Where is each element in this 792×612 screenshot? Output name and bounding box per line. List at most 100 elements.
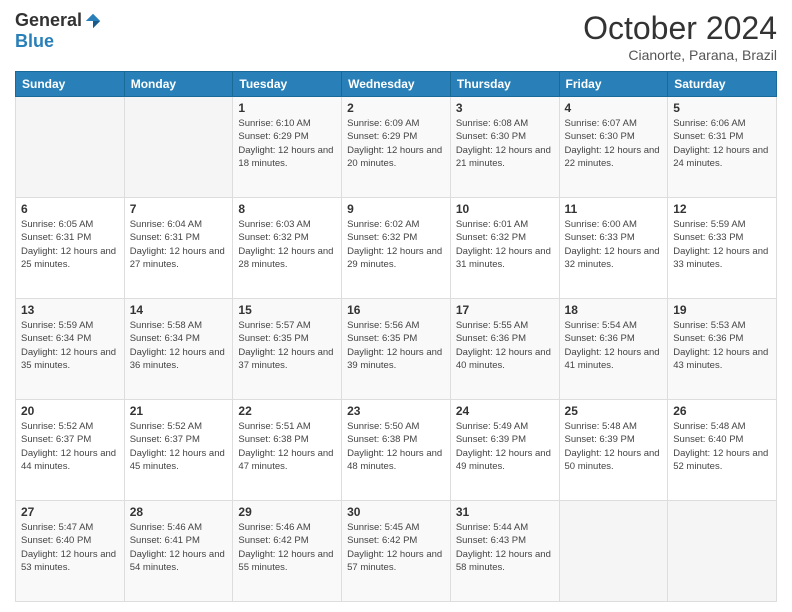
- day-info: Sunrise: 5:54 AM Sunset: 6:36 PM Dayligh…: [565, 319, 663, 372]
- day-number: 8: [238, 202, 336, 216]
- day-info: Sunrise: 6:05 AM Sunset: 6:31 PM Dayligh…: [21, 218, 119, 271]
- day-number: 19: [673, 303, 771, 317]
- calendar-cell: [559, 501, 668, 602]
- day-info: Sunrise: 5:51 AM Sunset: 6:38 PM Dayligh…: [238, 420, 336, 473]
- calendar-cell: 4 Sunrise: 6:07 AM Sunset: 6:30 PM Daylig…: [559, 97, 668, 198]
- day-info: Sunrise: 5:59 AM Sunset: 6:33 PM Dayligh…: [673, 218, 771, 271]
- calendar-cell: 15 Sunrise: 5:57 AM Sunset: 6:35 PM Dayli…: [233, 299, 342, 400]
- day-info: Sunrise: 6:01 AM Sunset: 6:32 PM Dayligh…: [456, 218, 554, 271]
- calendar-cell: 23Sunrise: 5:50 AM Sunset: 6:38 PM Dayli…: [342, 400, 451, 501]
- day-number: 4: [565, 101, 663, 115]
- calendar-cell: 28 Sunrise: 5:46 AM Sunset: 6:41 PM Dayli…: [124, 501, 233, 602]
- day-info: Sunrise: 5:46 AM Sunset: 6:41 PM Dayligh…: [130, 521, 228, 574]
- calendar-cell: [668, 501, 777, 602]
- day-info: Sunrise: 5:57 AM Sunset: 6:35 PM Dayligh…: [238, 319, 336, 372]
- calendar-week-5: 27 Sunrise: 5:47 AM Sunset: 6:40 PM Dayli…: [16, 501, 777, 602]
- day-number: 14: [130, 303, 228, 317]
- day-info: Sunrise: 6:02 AM Sunset: 6:32 PM Dayligh…: [347, 218, 445, 271]
- calendar-week-3: 13 Sunrise: 5:59 AM Sunset: 6:34 PM Dayli…: [16, 299, 777, 400]
- day-number: 2: [347, 101, 445, 115]
- day-info: Sunrise: 6:09 AM Sunset: 6:29 PM Dayligh…: [347, 117, 445, 170]
- day-number: 11: [565, 202, 663, 216]
- calendar-cell: 10 Sunrise: 6:01 AM Sunset: 6:32 PM Dayli…: [450, 198, 559, 299]
- col-wednesday: Wednesday: [342, 72, 451, 97]
- location-subtitle: Cianorte, Parana, Brazil: [583, 47, 777, 63]
- calendar-cell: 3Sunrise: 6:08 AM Sunset: 6:30 PM Daylig…: [450, 97, 559, 198]
- calendar-cell: 24 Sunrise: 5:49 AM Sunset: 6:39 PM Dayli…: [450, 400, 559, 501]
- day-info: Sunrise: 6:00 AM Sunset: 6:33 PM Dayligh…: [565, 218, 663, 271]
- col-tuesday: Tuesday: [233, 72, 342, 97]
- header-row: Sunday Monday Tuesday Wednesday Thursday…: [16, 72, 777, 97]
- calendar-cell: 25 Sunrise: 5:48 AM Sunset: 6:39 PM Dayli…: [559, 400, 668, 501]
- calendar-cell: 26 Sunrise: 5:48 AM Sunset: 6:40 PM Dayli…: [668, 400, 777, 501]
- day-number: 29: [238, 505, 336, 519]
- day-info: Sunrise: 6:10 AM Sunset: 6:29 PM Dayligh…: [238, 117, 336, 170]
- day-info: Sunrise: 6:08 AM Sunset: 6:30 PM Dayligh…: [456, 117, 554, 170]
- day-number: 1: [238, 101, 336, 115]
- calendar-cell: [124, 97, 233, 198]
- calendar-cell: 1 Sunrise: 6:10 AM Sunset: 6:29 PM Daylig…: [233, 97, 342, 198]
- day-info: Sunrise: 5:48 AM Sunset: 6:39 PM Dayligh…: [565, 420, 663, 473]
- calendar-cell: 13 Sunrise: 5:59 AM Sunset: 6:34 PM Dayli…: [16, 299, 125, 400]
- day-number: 24: [456, 404, 554, 418]
- calendar-cell: 19Sunrise: 5:53 AM Sunset: 6:36 PM Dayli…: [668, 299, 777, 400]
- day-number: 13: [21, 303, 119, 317]
- day-number: 16: [347, 303, 445, 317]
- calendar-cell: 16 Sunrise: 5:56 AM Sunset: 6:35 PM Dayli…: [342, 299, 451, 400]
- day-info: Sunrise: 5:48 AM Sunset: 6:40 PM Dayligh…: [673, 420, 771, 473]
- day-number: 25: [565, 404, 663, 418]
- day-number: 28: [130, 505, 228, 519]
- day-number: 17: [456, 303, 554, 317]
- day-info: Sunrise: 5:45 AM Sunset: 6:42 PM Dayligh…: [347, 521, 445, 574]
- day-number: 15: [238, 303, 336, 317]
- day-info: Sunrise: 5:47 AM Sunset: 6:40 PM Dayligh…: [21, 521, 119, 574]
- day-number: 20: [21, 404, 119, 418]
- col-friday: Friday: [559, 72, 668, 97]
- day-info: Sunrise: 5:52 AM Sunset: 6:37 PM Dayligh…: [21, 420, 119, 473]
- col-sunday: Sunday: [16, 72, 125, 97]
- day-number: 30: [347, 505, 445, 519]
- day-number: 7: [130, 202, 228, 216]
- day-number: 6: [21, 202, 119, 216]
- day-number: 27: [21, 505, 119, 519]
- day-info: Sunrise: 5:58 AM Sunset: 6:34 PM Dayligh…: [130, 319, 228, 372]
- logo-icon: [84, 12, 102, 30]
- day-info: Sunrise: 5:56 AM Sunset: 6:35 PM Dayligh…: [347, 319, 445, 372]
- day-number: 26: [673, 404, 771, 418]
- calendar-cell: 22 Sunrise: 5:51 AM Sunset: 6:38 PM Dayli…: [233, 400, 342, 501]
- calendar-table: Sunday Monday Tuesday Wednesday Thursday…: [15, 71, 777, 602]
- col-monday: Monday: [124, 72, 233, 97]
- logo: General Blue: [15, 10, 102, 52]
- calendar-cell: 7 Sunrise: 6:04 AM Sunset: 6:31 PM Daylig…: [124, 198, 233, 299]
- day-info: Sunrise: 5:52 AM Sunset: 6:37 PM Dayligh…: [130, 420, 228, 473]
- calendar-cell: 17 Sunrise: 5:55 AM Sunset: 6:36 PM Dayli…: [450, 299, 559, 400]
- day-number: 12: [673, 202, 771, 216]
- day-info: Sunrise: 6:07 AM Sunset: 6:30 PM Dayligh…: [565, 117, 663, 170]
- calendar-cell: 20 Sunrise: 5:52 AM Sunset: 6:37 PM Dayli…: [16, 400, 125, 501]
- calendar-cell: 31Sunrise: 5:44 AM Sunset: 6:43 PM Dayli…: [450, 501, 559, 602]
- col-thursday: Thursday: [450, 72, 559, 97]
- calendar-cell: 5Sunrise: 6:06 AM Sunset: 6:31 PM Daylig…: [668, 97, 777, 198]
- calendar-cell: 12 Sunrise: 5:59 AM Sunset: 6:33 PM Dayli…: [668, 198, 777, 299]
- day-number: 22: [238, 404, 336, 418]
- logo-blue-text: Blue: [15, 31, 54, 52]
- day-info: Sunrise: 5:59 AM Sunset: 6:34 PM Dayligh…: [21, 319, 119, 372]
- logo-general-text: General: [15, 10, 82, 31]
- day-info: Sunrise: 6:03 AM Sunset: 6:32 PM Dayligh…: [238, 218, 336, 271]
- calendar-cell: 9 Sunrise: 6:02 AM Sunset: 6:32 PM Daylig…: [342, 198, 451, 299]
- day-number: 18: [565, 303, 663, 317]
- day-info: Sunrise: 6:06 AM Sunset: 6:31 PM Dayligh…: [673, 117, 771, 170]
- title-section: October 2024 Cianorte, Parana, Brazil: [583, 10, 777, 63]
- calendar-week-2: 6 Sunrise: 6:05 AM Sunset: 6:31 PM Daylig…: [16, 198, 777, 299]
- day-number: 9: [347, 202, 445, 216]
- calendar-cell: 14 Sunrise: 5:58 AM Sunset: 6:34 PM Dayli…: [124, 299, 233, 400]
- calendar-cell: 2 Sunrise: 6:09 AM Sunset: 6:29 PM Daylig…: [342, 97, 451, 198]
- day-info: Sunrise: 5:55 AM Sunset: 6:36 PM Dayligh…: [456, 319, 554, 372]
- col-saturday: Saturday: [668, 72, 777, 97]
- day-info: Sunrise: 5:46 AM Sunset: 6:42 PM Dayligh…: [238, 521, 336, 574]
- day-number: 10: [456, 202, 554, 216]
- calendar-cell: 27 Sunrise: 5:47 AM Sunset: 6:40 PM Dayli…: [16, 501, 125, 602]
- day-info: Sunrise: 6:04 AM Sunset: 6:31 PM Dayligh…: [130, 218, 228, 271]
- day-info: Sunrise: 5:49 AM Sunset: 6:39 PM Dayligh…: [456, 420, 554, 473]
- month-title: October 2024: [583, 10, 777, 47]
